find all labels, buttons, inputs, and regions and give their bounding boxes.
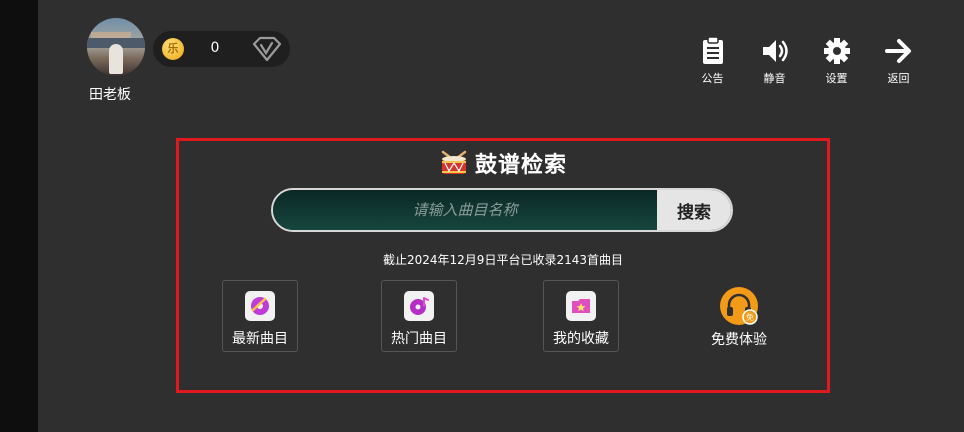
headphones-free-icon: 免 [720,287,758,325]
left-edge-strip [0,0,38,432]
free-trial-label: 免费体验 [711,332,767,348]
new-songs-icon [245,291,275,321]
coin-balance-pill[interactable]: 乐 0 [153,31,290,67]
search-bar: 搜索 [271,188,733,232]
free-trial-button[interactable]: 免 免费体验 [704,287,774,349]
hot-songs-button[interactable]: 热门曲目 [381,280,457,352]
hot-songs-label: 热门曲目 [391,331,447,347]
back-label: 返回 [887,72,910,85]
search-title-row: 鼓谱检索 [179,147,827,179]
arrow-right-icon [884,39,911,63]
song-search-input[interactable] [273,190,657,230]
mute-label: 静音 [763,72,786,85]
hot-songs-icon [404,291,434,321]
avatar[interactable] [87,18,145,76]
announcement-label: 公告 [701,72,724,85]
coin-count: 0 [210,40,220,56]
announcement-button[interactable]: 公告 [683,36,742,86]
mute-button[interactable]: 静音 [745,36,804,86]
header-actions: 公告 静音 设置 返回 [680,36,928,86]
song-search-panel: 鼓谱检索 搜索 截止2024年12月9日平台已收录2143首曲目 最新曲目 热门… [176,138,830,393]
search-title: 鼓谱检索 [474,153,567,178]
vip-diamond-icon[interactable] [251,36,283,62]
search-button[interactable]: 搜索 [657,190,731,230]
back-button[interactable]: 返回 [869,36,928,86]
speaker-icon [762,40,788,62]
coin-icon: 乐 [162,38,184,60]
latest-songs-label: 最新曲目 [232,331,288,347]
gear-icon [823,38,850,64]
favorites-icon [566,291,596,321]
settings-label: 设置 [825,72,848,85]
my-favorites-label: 我的收藏 [553,331,609,347]
song-count-text: 截止2024年12月9日平台已收录2143首曲目 [383,253,623,267]
latest-songs-button[interactable]: 最新曲目 [222,280,298,352]
free-badge: 免 [746,312,754,322]
username: 田老板 [89,87,131,103]
clipboard-icon [702,36,723,64]
settings-button[interactable]: 设置 [807,36,866,86]
drum-icon [441,150,467,174]
my-favorites-button[interactable]: 我的收藏 [543,280,619,352]
